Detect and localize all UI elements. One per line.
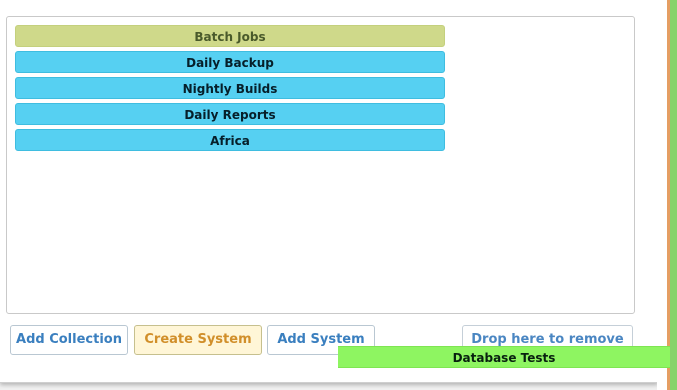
group-header-batch-jobs[interactable]: Batch Jobs (15, 25, 445, 47)
create-system-button[interactable]: Create System (134, 325, 262, 355)
group-item-daily-backup[interactable]: Daily Backup (15, 51, 445, 73)
add-collection-button[interactable]: Add Collection (10, 325, 128, 355)
group-item-daily-reports[interactable]: Daily Reports (15, 103, 445, 125)
green-edge-strip (670, 0, 677, 390)
dragged-system-card[interactable]: Database Tests (338, 346, 670, 368)
group-item-africa[interactable]: Africa (15, 129, 445, 151)
group-item-nightly-builds[interactable]: Nightly Builds (15, 77, 445, 99)
group-list: Batch Jobs Daily Backup Nightly Builds D… (15, 25, 445, 155)
